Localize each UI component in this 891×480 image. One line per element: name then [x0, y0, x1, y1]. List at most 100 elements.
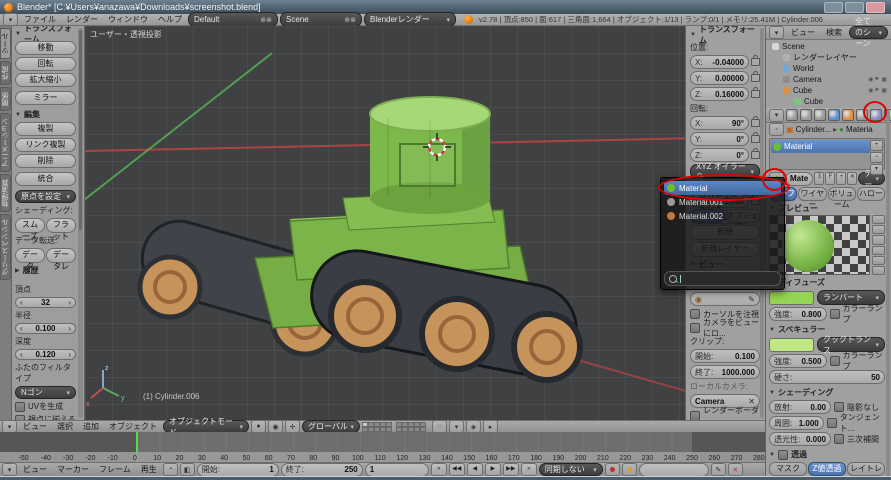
maximize-button[interactable] — [845, 2, 864, 13]
frame-end-field[interactable]: 終了:250 — [281, 463, 363, 477]
toolshelf-tab-physics[interactable]: 物理演算 — [0, 174, 11, 212]
hardness-slider[interactable]: 硬さ:50 — [769, 370, 885, 384]
breadcrumb-object[interactable]: Cylinder... — [796, 125, 832, 134]
outliner-row[interactable]: World — [768, 63, 889, 74]
popup-item-material-001[interactable]: Material.001 — [664, 195, 781, 209]
tank-model[interactable]: z y x — [85, 26, 685, 420]
play-reverse-button[interactable]: ◀ — [467, 463, 483, 476]
layer-cell[interactable] — [420, 427, 426, 432]
editor-type-icon[interactable]: ▾ — [769, 26, 784, 39]
disclosure-triangle-icon[interactable]: ▼ — [769, 390, 775, 396]
view-menu[interactable]: ビュー — [19, 421, 51, 432]
radius-field[interactable]: ‹0.100› — [15, 323, 76, 334]
tab-render-layers-icon[interactable] — [800, 109, 812, 121]
toolshelf-tab-tools[interactable]: ツール — [0, 28, 11, 59]
preview-range-icon[interactable]: ◔ — [163, 463, 178, 476]
timeline-menu-frame[interactable]: フレーム — [95, 464, 135, 475]
clip-start-field[interactable]: 開始:0.100 — [690, 349, 760, 363]
screen-layout-selector[interactable]: Default⊕⊗ — [188, 12, 278, 27]
menu-help[interactable]: ヘルプ — [154, 14, 186, 25]
diffuse-color-swatch[interactable] — [769, 291, 814, 305]
outliner-menu-search[interactable]: 検索 — [822, 27, 846, 38]
keying-set-field[interactable] — [639, 463, 709, 477]
lock-icon[interactable] — [751, 74, 760, 82]
specular-color-swatch[interactable] — [769, 338, 814, 352]
minimize-button[interactable] — [824, 2, 843, 13]
diffuse-intensity-slider[interactable]: 強度:0.800 — [769, 307, 827, 321]
disclosure-triangle-icon[interactable]: ▼ — [690, 32, 696, 38]
users-count-button[interactable]: 3 — [814, 172, 824, 185]
loc-z-field[interactable]: Z:0.16000 — [690, 87, 749, 101]
outliner-filter-dropdown[interactable]: 全てのシーン▾ — [849, 26, 888, 39]
toolshelf-tab-relations[interactable]: 関係 — [0, 87, 11, 111]
visibility-toggles[interactable]: ◉►▣ — [868, 87, 887, 94]
object-menu[interactable]: オブジェクト — [105, 421, 161, 432]
disclosure-triangle-icon[interactable]: ▼ — [769, 327, 775, 333]
toolshelf-tab-grease-pencil[interactable]: グリースペンシル — [0, 214, 11, 280]
specular-panel-header[interactable]: スペキュラー — [778, 324, 825, 335]
timeline-menu-view[interactable]: ビュー — [19, 464, 51, 475]
slot-add-button[interactable]: + — [870, 140, 883, 151]
transparency-checkbox[interactable] — [778, 450, 788, 460]
menu-window[interactable]: ウィンドウ — [104, 14, 152, 25]
jump-to-start-button[interactable]: « — [431, 463, 447, 476]
material-type-wire-tab[interactable]: ワイヤー — [798, 187, 826, 201]
set-origin-dropdown[interactable]: 原点を設定▾ — [15, 190, 76, 203]
preview-cube-icon[interactable] — [872, 235, 885, 244]
translucency-field[interactable]: 透光性:0.000 — [769, 432, 831, 446]
lock-icon[interactable] — [751, 135, 760, 143]
lock-icon[interactable] — [751, 90, 760, 98]
menu-file[interactable]: ファイル — [20, 14, 60, 25]
mirror-button[interactable]: ミラー — [15, 91, 76, 105]
tab-scene-icon[interactable] — [814, 109, 826, 121]
shade-smooth-button[interactable]: スムーズ — [15, 218, 45, 233]
next-keyframe-button[interactable]: ▶▶ — [503, 463, 519, 476]
frame-start-field[interactable]: 開始:1 — [197, 463, 279, 477]
pin-icon[interactable]: ◦ — [769, 123, 784, 136]
delete-button[interactable]: 削除 — [15, 154, 76, 168]
scene-selector[interactable]: Scene⊕⊗ — [280, 12, 362, 27]
clip-end-field[interactable]: 終了:1000.000 — [690, 365, 760, 379]
selectable-icon[interactable]: ► — [874, 87, 880, 94]
link-duplicate-button[interactable]: リンク複製 — [15, 138, 76, 152]
tab-object-icon[interactable] — [842, 109, 854, 121]
edit-panel-header[interactable]: 編集 — [24, 109, 40, 120]
transparency-panel-header[interactable]: 透過 — [791, 449, 807, 460]
breadcrumb-material[interactable]: Materia — [846, 125, 873, 134]
loc-x-field[interactable]: X:-0.04000 — [690, 55, 749, 69]
visibility-toggles[interactable]: ◉►▣ — [868, 76, 887, 83]
outliner-row[interactable]: Cube◉►▣ — [768, 85, 889, 96]
outliner-row[interactable]: Camera◉►▣ — [768, 74, 889, 85]
renderable-icon[interactable]: ▣ — [881, 76, 887, 83]
scale-button[interactable]: 拡大縮小 — [15, 73, 76, 87]
diffuse-ramp-checkbox[interactable]: カラーランプ — [830, 308, 886, 320]
layer-cell[interactable] — [386, 427, 392, 432]
toolshelf-tab-animation[interactable]: アニメーション — [0, 113, 11, 172]
outliner-menu-view[interactable]: ビュー — [787, 27, 819, 38]
join-button[interactable]: 統合 — [15, 172, 76, 186]
cubic-interp-checkbox[interactable]: 三次補間 — [834, 433, 879, 445]
timeline-menu-marker[interactable]: マーカー — [53, 464, 93, 475]
menu-render[interactable]: レンダー — [62, 14, 102, 25]
preview-sphere-icon[interactable] — [872, 225, 885, 234]
data-transfer-button[interactable]: データ — [15, 248, 45, 263]
delete-keyframe-icon[interactable]: ✕ — [728, 463, 743, 476]
unlink-material-button[interactable]: ✕ — [847, 172, 857, 185]
render-engine-selector[interactable]: Blenderレンダー▾ — [364, 12, 456, 27]
material-slot-list[interactable]: Material + − ▾ — [769, 138, 885, 170]
prev-keyframe-button[interactable]: ◀◀ — [449, 463, 465, 476]
current-frame-field[interactable]: 1 — [365, 463, 429, 477]
rot-y-field[interactable]: Y:0° — [690, 132, 749, 146]
depth-field[interactable]: ‹0.120› — [15, 349, 76, 360]
render-border-checkbox[interactable]: レンダーボーダー — [690, 410, 760, 420]
material-type-volume-tab[interactable]: ボリューム — [828, 187, 856, 201]
disclosure-triangle-icon[interactable]: ▼ — [769, 452, 775, 458]
insert-keyframe-icon[interactable]: ✎ — [711, 463, 726, 476]
disclosure-triangle-icon[interactable]: ▼ — [15, 112, 21, 118]
outliner-row[interactable]: Cube — [768, 96, 889, 107]
toolshelf-tab-create[interactable]: 作成 — [0, 61, 11, 85]
tangent-shading-checkbox[interactable]: タンジェント... — [827, 417, 885, 429]
specular-ramp-checkbox[interactable]: カラーランプ — [830, 355, 886, 367]
ambient-field[interactable]: 周囲:1.000 — [769, 416, 824, 430]
popup-item-material[interactable]: Material — [664, 181, 781, 195]
